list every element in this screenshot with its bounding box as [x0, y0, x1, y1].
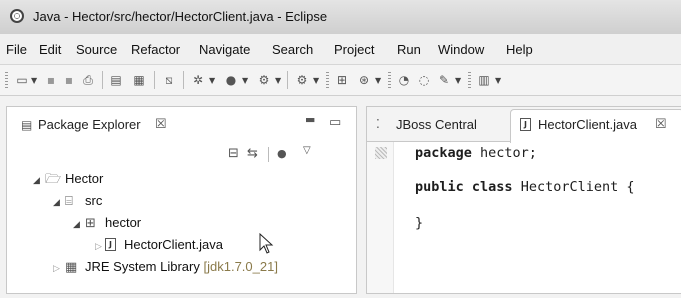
minimize-icon[interactable]: ▬ [305, 113, 315, 127]
new-class-icon[interactable]: ⊛ [356, 72, 372, 88]
save-all-icon[interactable]: ▪ [62, 72, 76, 88]
project-folder-icon: 🗁 [45, 172, 62, 187]
fold-marker-icon[interactable] [375, 147, 387, 159]
library-icon: ▦ [65, 260, 78, 275]
binary-icon[interactable]: ▤ [108, 72, 124, 88]
expand-arrow-icon[interactable]: ◢ [73, 220, 80, 230]
package-explorer-icon: ▤ [21, 118, 33, 132]
menu-file[interactable]: File [6, 42, 27, 57]
chevron-down-icon[interactable]: ▼ [31, 73, 37, 89]
tab-hectorclient[interactable]: HectorClient.java [538, 117, 637, 132]
tree-item-package[interactable]: hector [105, 215, 141, 230]
code-line-2[interactable]: public class HectorClient { [415, 179, 634, 195]
package-explorer-panel: ▤ Package Explorer ☒ ▬ ▭ ⊟ ⇆ ● ▽ ◢ 🗁 Hec… [6, 106, 357, 294]
outline-icon[interactable]: ▥ [476, 72, 492, 88]
pen-icon[interactable]: ✎ [436, 72, 452, 88]
collapse-all-icon[interactable]: ⊟ [228, 147, 239, 161]
menu-edit[interactable]: Edit [39, 42, 61, 57]
tab-jboss-central[interactable]: JBoss Central [396, 117, 477, 132]
tree-item-file[interactable]: HectorClient.java [124, 237, 223, 252]
code-line-1[interactable]: package hector; [415, 145, 537, 161]
chevron-down-icon[interactable]: ▼ [242, 73, 248, 89]
menu-search[interactable]: Search [272, 42, 313, 57]
new-package-icon[interactable]: ⊞ [334, 72, 350, 88]
window-title: Java - Hector/src/hector/HectorClient.ja… [33, 9, 328, 24]
new-java-project-icon[interactable]: ⚙ [294, 72, 310, 88]
save-icon[interactable]: ▪ [44, 72, 58, 88]
collapse-arrow-icon[interactable]: ▷ [95, 242, 102, 252]
run-icon[interactable]: ● [223, 72, 239, 88]
editor-gutter [367, 142, 394, 293]
view-menu-icon[interactable]: ▽ [303, 144, 311, 158]
link-with-editor-icon[interactable]: ⇆ [247, 147, 258, 161]
jre-version: [jdk1.7.0_21] [203, 259, 278, 274]
jboss-icon: ⁚ [376, 117, 380, 131]
tree-item-src[interactable]: src [85, 193, 102, 208]
menu-help[interactable]: Help [506, 42, 533, 57]
package-icon: ⊞ [85, 216, 96, 231]
focus-task-icon[interactable]: ● [277, 147, 287, 161]
editor-panel: ⁚ JBoss Central J HectorClient.java ☒ pa… [366, 106, 681, 294]
tree-item-jre[interactable]: JRE System Library [jdk1.7.0_21] [85, 259, 278, 274]
expand-arrow-icon[interactable]: ◢ [53, 198, 60, 208]
code-line-3[interactable]: } [415, 215, 423, 231]
title-bar: Java - Hector/src/hector/HectorClient.ja… [0, 0, 681, 35]
menu-window[interactable]: Window [438, 42, 484, 57]
server-icon[interactable]: ▦ [130, 72, 148, 88]
menu-run[interactable]: Run [397, 42, 421, 57]
open-type-icon[interactable]: ◔ [396, 72, 412, 88]
menu-bar: File Edit Source Refactor Navigate Searc… [0, 34, 681, 65]
chevron-down-icon[interactable]: ▼ [275, 73, 281, 89]
eclipse-icon [10, 9, 24, 23]
skip-breakpoints-icon[interactable]: ⧅ [161, 72, 177, 88]
java-file-icon: J [105, 238, 116, 251]
mouse-cursor-icon [259, 233, 274, 254]
collapse-arrow-icon[interactable]: ▷ [53, 264, 60, 274]
toolbar-grip[interactable] [5, 72, 8, 88]
print-icon[interactable]: ⎙ [80, 72, 96, 88]
tree-item-project[interactable]: Hector [65, 171, 103, 186]
new-icon[interactable]: ▭ [14, 72, 30, 88]
chevron-down-icon[interactable]: ▼ [313, 73, 319, 89]
chevron-down-icon[interactable]: ▼ [209, 73, 215, 89]
main-toolbar: ▭ ▼ ▪ ▪ ⎙ ▤ ▦ ⧅ ✲ ▼ ● ▼ ⚙ ▼ ⚙ ▼ ⊞ ⊛ ▼ ◔ … [0, 65, 681, 96]
maximize-icon[interactable]: ▭ [329, 116, 341, 130]
source-folder-icon: ⌸ [65, 194, 73, 209]
close-icon[interactable]: ☒ [655, 116, 667, 132]
menu-navigate[interactable]: Navigate [199, 42, 250, 57]
jre-label: JRE System Library [85, 259, 200, 274]
close-icon[interactable]: ☒ [155, 116, 167, 132]
chevron-down-icon[interactable]: ▼ [455, 73, 461, 89]
package-explorer-tab[interactable]: Package Explorer [38, 117, 141, 132]
menu-project[interactable]: Project [334, 42, 374, 57]
chevron-down-icon[interactable]: ▼ [495, 73, 501, 89]
expand-arrow-icon[interactable]: ◢ [33, 176, 40, 186]
menu-refactor[interactable]: Refactor [131, 42, 180, 57]
menu-source[interactable]: Source [76, 42, 117, 57]
debug-icon[interactable]: ✲ [190, 72, 206, 88]
chevron-down-icon[interactable]: ▼ [375, 73, 381, 89]
java-file-icon: J [520, 118, 531, 131]
external-tools-icon[interactable]: ⚙ [256, 72, 272, 88]
open-folder-icon[interactable]: ◌ [416, 72, 432, 88]
